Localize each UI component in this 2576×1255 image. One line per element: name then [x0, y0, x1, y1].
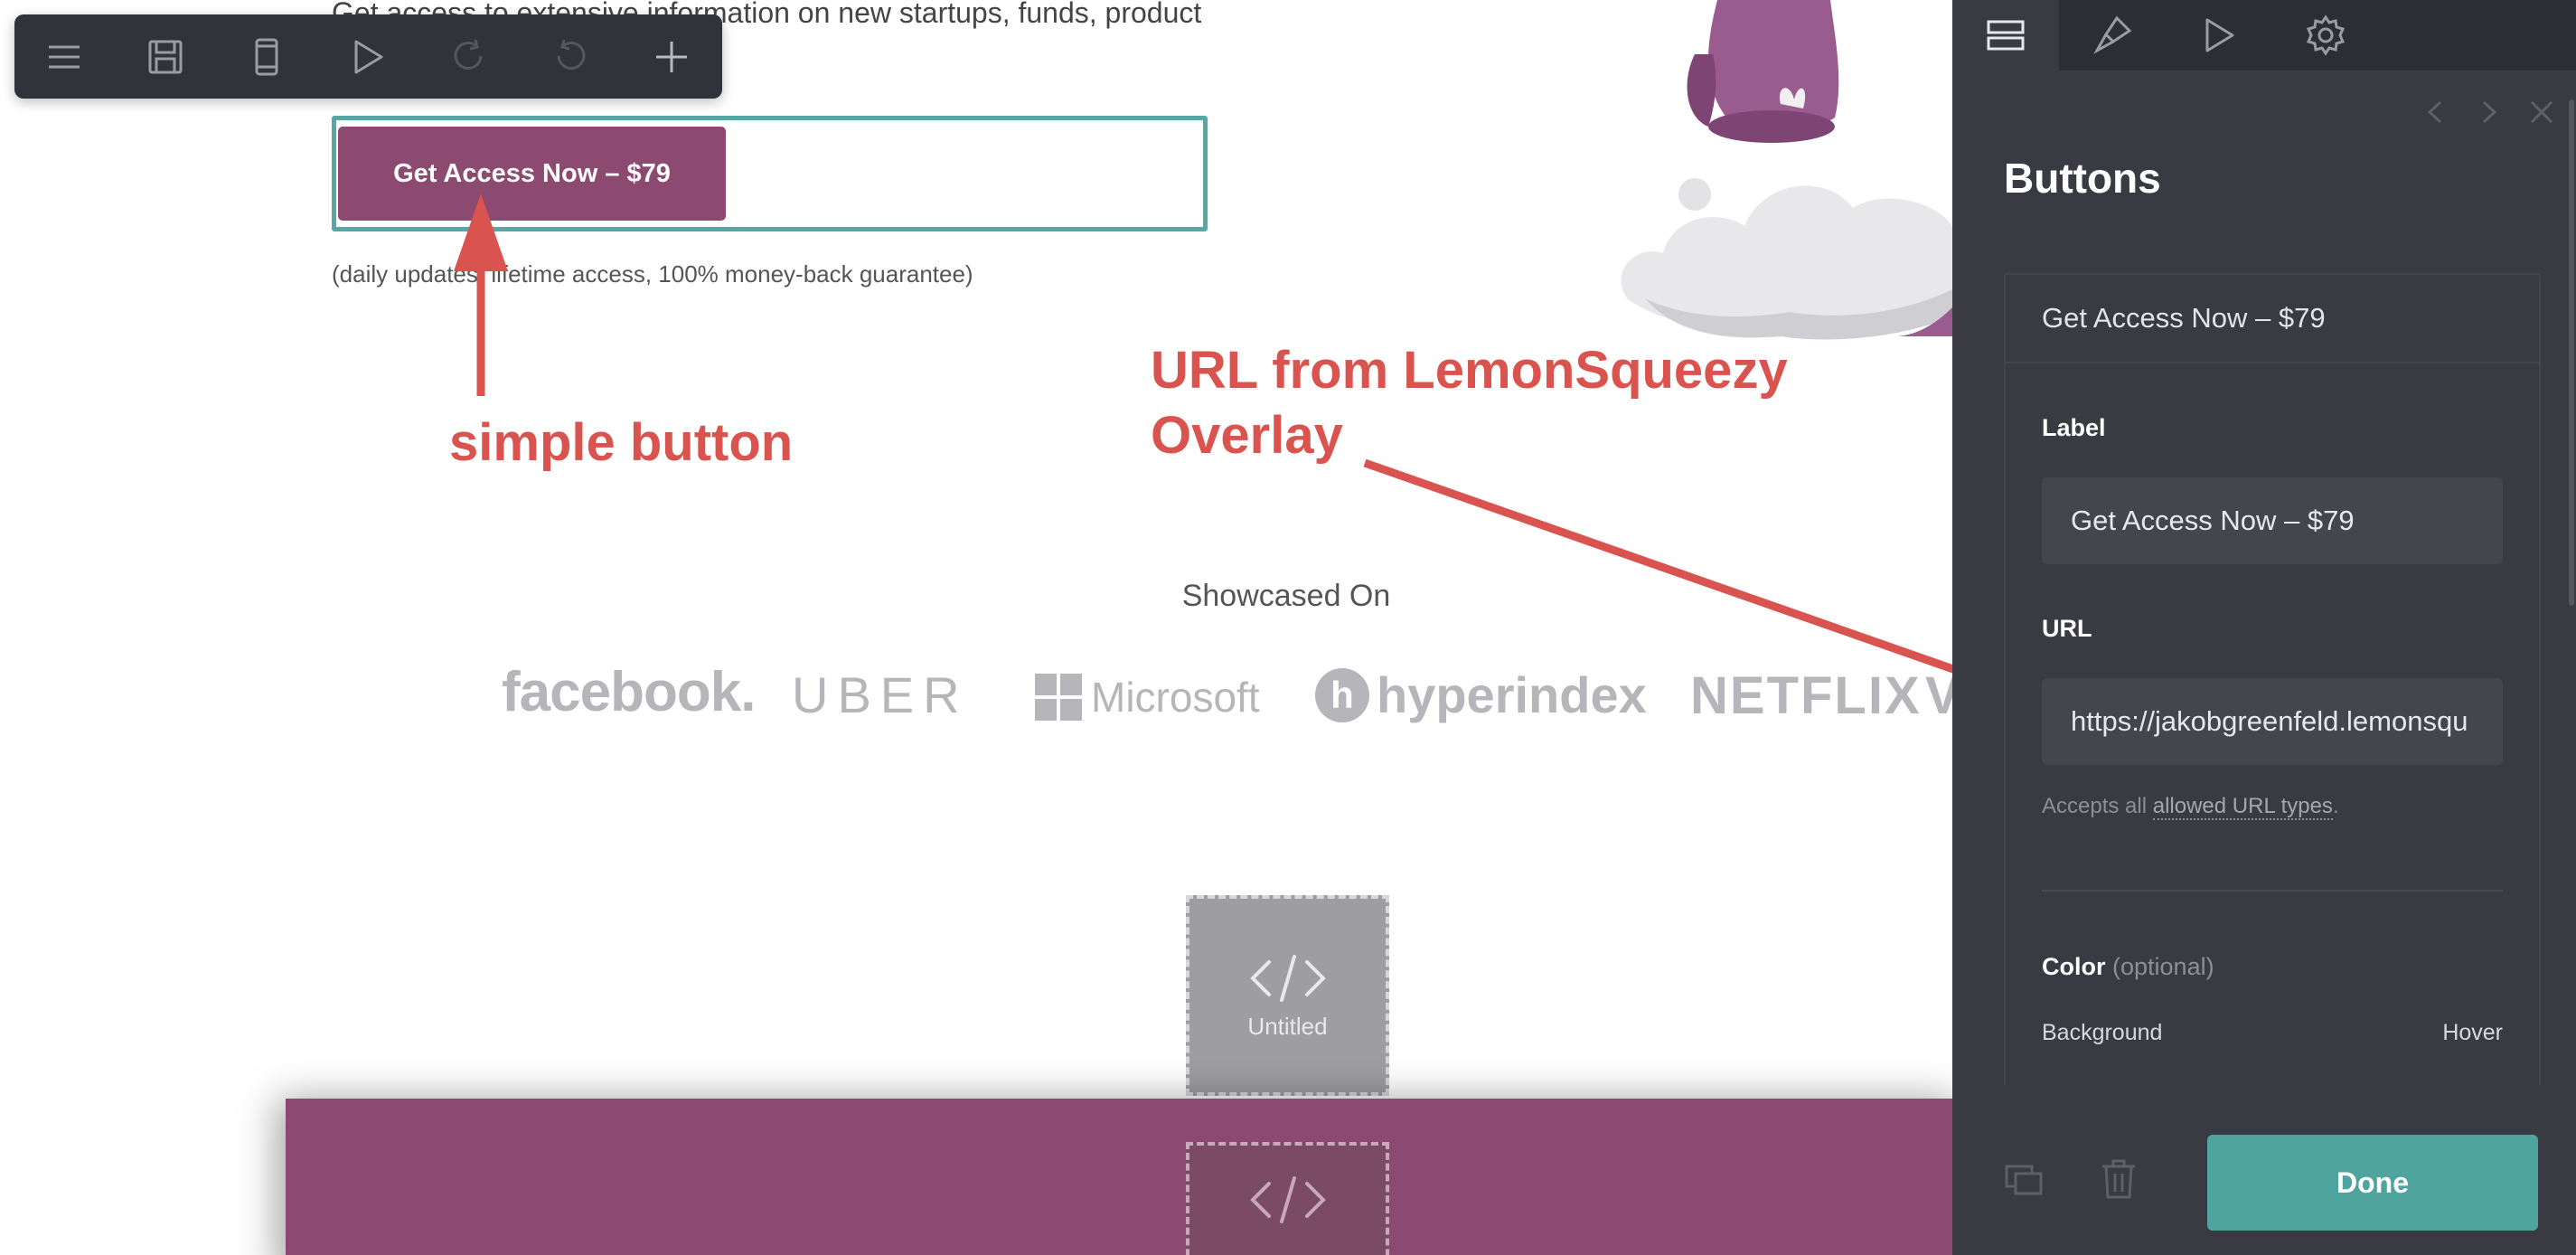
url-help-suffix: . [2332, 794, 2339, 818]
url-field-label: URL [2042, 615, 2092, 642]
hover-color-label: Hover [2442, 1020, 2503, 1045]
facebook-logo: facebook. [502, 661, 756, 723]
annotation-url-line1: URL from LemonSqueezy [1151, 341, 1788, 400]
annotation-simple-button: simple button [449, 413, 794, 472]
brush-icon [2093, 15, 2132, 54]
close-icon[interactable] [2524, 94, 2560, 130]
code-icon [1249, 1176, 1326, 1223]
hyperindex-mark-icon: h [1315, 667, 1369, 722]
editor-toolbar [14, 14, 722, 99]
play-icon [2205, 18, 2234, 52]
settings-panel: Buttons Get Access Now – $79 Label Get A… [1952, 0, 2576, 1255]
annotation-url-line2: Overlay [1151, 406, 1343, 465]
layout-icon [1987, 20, 2025, 51]
rocket-cloud-illustration [1621, 0, 1952, 340]
panel-footer: Done [1952, 1085, 2576, 1255]
partial-logo: V [1925, 666, 1952, 725]
hyperindex-logo: h hyperindex [1315, 665, 1647, 724]
done-button[interactable]: Done [2207, 1135, 2538, 1231]
section-divider [2042, 890, 2503, 892]
get-access-button[interactable]: Get Access Now – $79 [338, 127, 726, 221]
duplicate-icon[interactable] [2003, 1157, 2046, 1201]
gear-icon [2306, 14, 2346, 56]
save-icon[interactable] [146, 38, 184, 76]
background-color-label: Background [2042, 1020, 2163, 1045]
cta-subtext: (daily updates, lifetime access, 100% mo… [332, 260, 973, 288]
label-input[interactable]: Get Access Now – $79 [2042, 477, 2503, 564]
url-help-text: Accepts all allowed URL types. [2042, 794, 2339, 820]
next-icon[interactable] [2471, 94, 2507, 130]
page-canvas: Get access to extensive information on n… [0, 0, 1952, 1255]
showcase-heading: Showcased On [1181, 579, 1391, 613]
menu-icon[interactable] [45, 38, 83, 76]
embed-title: Untitled [1247, 1012, 1328, 1040]
embed-code-block[interactable]: Untitled [1186, 895, 1389, 1096]
previous-icon[interactable] [2417, 94, 2453, 130]
color-section-label: Color (optional) [2042, 953, 2214, 981]
play-icon[interactable] [349, 38, 387, 76]
panel-scrollbar[interactable] [2569, 99, 2574, 606]
embed-code-block-2[interactable] [1186, 1142, 1389, 1255]
netflix-logo: NETFLIX [1690, 666, 1922, 725]
allowed-url-types-link[interactable]: allowed URL types [2152, 794, 2333, 820]
redo-icon[interactable] [450, 38, 488, 76]
tab-layout[interactable] [1952, 0, 2059, 71]
mobile-preview-icon[interactable] [248, 38, 286, 76]
button-item-header[interactable]: Get Access Now – $79 [2006, 275, 2539, 363]
url-input[interactable]: https://jakobgreenfeld.lemonsqu [2042, 678, 2503, 765]
url-help-prefix: Accepts all [2042, 794, 2153, 818]
trash-icon[interactable] [2097, 1157, 2140, 1201]
add-icon[interactable] [653, 38, 691, 76]
color-optional: (optional) [2112, 953, 2214, 980]
microsoft-squares-icon [1035, 674, 1082, 721]
panel-title: Buttons [2004, 155, 2161, 202]
microsoft-logo: Microsoft [1035, 673, 1260, 722]
tab-animation[interactable] [2166, 0, 2272, 71]
purple-section [286, 1099, 1952, 1255]
code-icon [1249, 954, 1326, 1002]
hyperindex-wordmark: hyperindex [1377, 666, 1647, 723]
panel-tabs [1952, 0, 2576, 71]
tab-settings[interactable] [2272, 0, 2379, 71]
microsoft-wordmark: Microsoft [1091, 674, 1260, 721]
undo-icon[interactable] [551, 38, 589, 76]
color-label: Color [2042, 953, 2106, 980]
label-field-label: Label [2042, 414, 2106, 441]
annotation-url-note: URL from LemonSqueezy Overlay [1151, 338, 1838, 468]
uber-logo: UBER [792, 666, 969, 723]
tab-style[interactable] [2059, 0, 2166, 71]
